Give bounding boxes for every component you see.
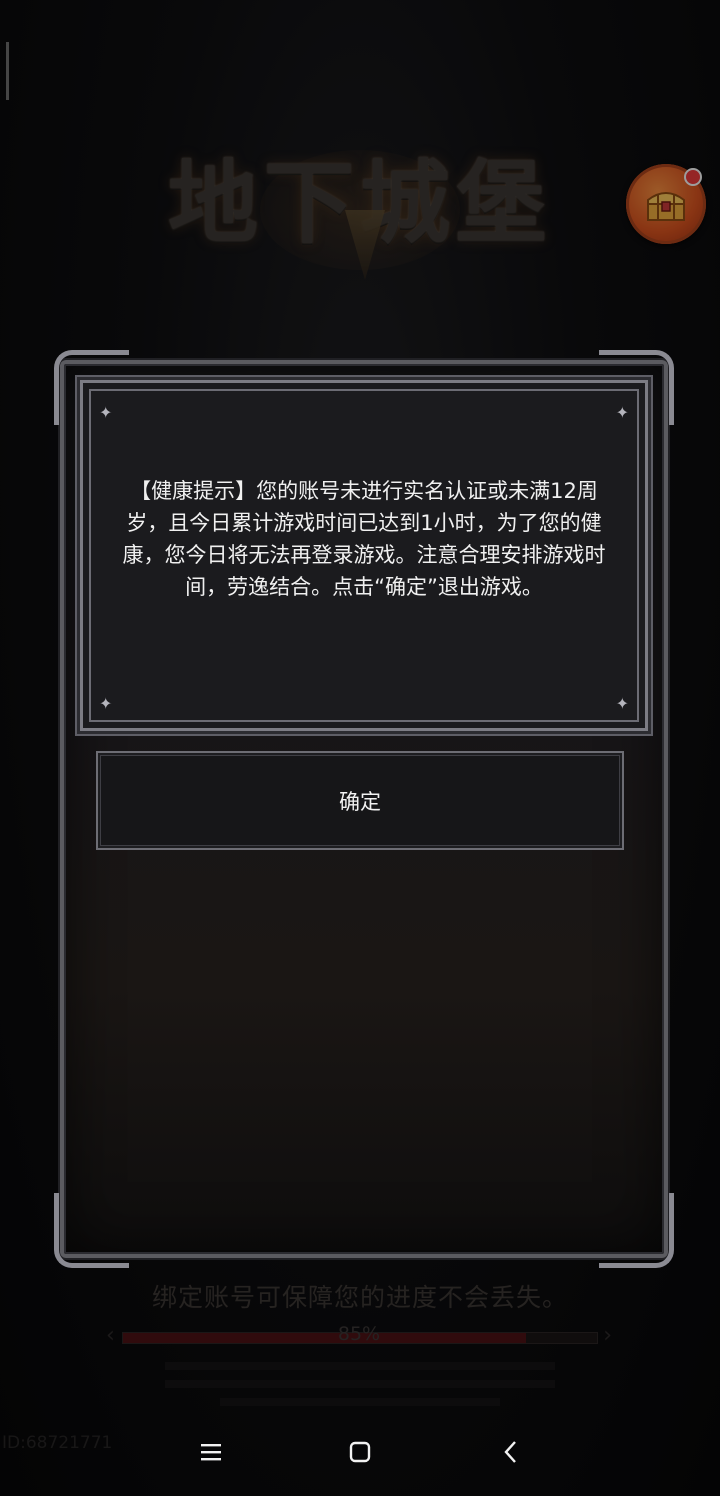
- home-button[interactable]: [335, 1430, 385, 1474]
- frame-corner: [599, 1193, 674, 1268]
- frame-corner: [54, 1193, 129, 1268]
- recent-apps-button[interactable]: [186, 1430, 236, 1474]
- sparkle-icon: ✦: [615, 694, 629, 713]
- health-notice-dialog: ✦ ✦ ✦ ✦ 【健康提示】您的账号未进行实名认证或未满12周岁，且今日累计游戏…: [80, 380, 648, 731]
- back-button[interactable]: [486, 1430, 536, 1474]
- menu-icon: [201, 1444, 221, 1461]
- health-notice-message: 【健康提示】您的账号未进行实名认证或未满12周岁，且今日累计游戏时间已达到1小时…: [122, 479, 606, 599]
- home-icon: [349, 1441, 371, 1463]
- sparkle-icon: ✦: [99, 694, 113, 713]
- system-navigation-bar: [0, 1410, 720, 1496]
- sparkle-icon: ✦: [99, 403, 113, 422]
- confirm-button-label: 确定: [339, 789, 381, 814]
- sparkle-icon: ✦: [615, 403, 629, 422]
- confirm-button[interactable]: 确定: [96, 751, 624, 850]
- back-icon: [504, 1441, 516, 1463]
